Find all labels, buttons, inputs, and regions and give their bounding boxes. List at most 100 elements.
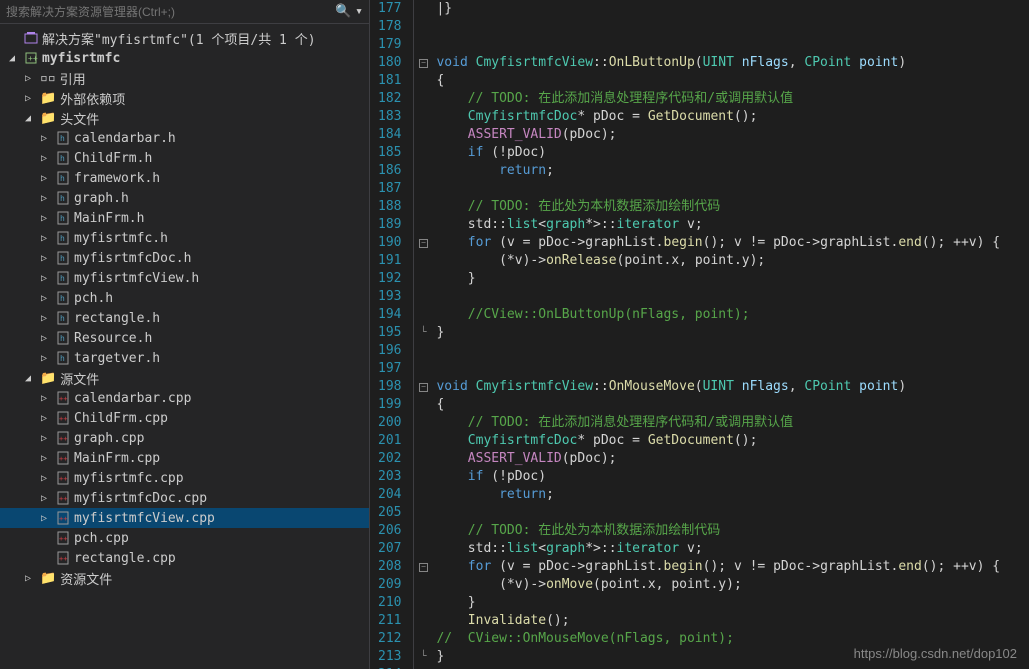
code-line[interactable] [436,288,1029,306]
headers-folder[interactable]: ◢📁头文件 [0,108,369,128]
source-file-graph-cpp[interactable]: ▷++graph.cpp [0,428,369,448]
header-file-Resource-h[interactable]: ▷hResource.h [0,328,369,348]
fold-marker[interactable] [414,540,432,558]
source-file-pch-cpp[interactable]: ++pch.cpp [0,528,369,548]
fold-marker[interactable] [414,36,432,54]
source-file-myfisrtmfcDoc-cpp[interactable]: ▷++myfisrtmfcDoc.cpp [0,488,369,508]
code-line[interactable]: (*v)->onRelease(point.x, point.y); [436,252,1029,270]
references-node[interactable]: ▷▫▫引用 [0,68,369,88]
fold-marker[interactable] [414,576,432,594]
fold-marker[interactable] [414,252,432,270]
expand-arrow-icon[interactable]: ▷ [36,233,52,244]
solution-node[interactable]: 解决方案"myfisrtmfc"(1 个项目/共 1 个) [0,28,369,48]
code-line[interactable]: (*v)->onMove(point.x, point.y); [436,576,1029,594]
fold-marker[interactable] [414,0,432,18]
fold-marker[interactable]: └ [414,648,432,666]
code-line[interactable]: void CmyfisrtmfcView::OnMouseMove(UINT n… [436,378,1029,396]
code-line[interactable]: ASSERT_VALID(pDoc); [436,126,1029,144]
code-line[interactable] [436,504,1029,522]
code-line[interactable]: //CView::OnLButtonUp(nFlags, point); [436,306,1029,324]
expand-arrow-icon[interactable]: ▷ [36,453,52,464]
expand-arrow-icon[interactable]: ◢ [20,373,36,384]
fold-marker[interactable] [414,108,432,126]
header-file-MainFrm-h[interactable]: ▷hMainFrm.h [0,208,369,228]
header-file-calendarbar-h[interactable]: ▷hcalendarbar.h [0,128,369,148]
external-deps-node[interactable]: ▷📁外部依赖项 [0,88,369,108]
fold-marker[interactable]: − [414,558,432,576]
source-file-myfisrtmfcView-cpp[interactable]: ▷++myfisrtmfcView.cpp [0,508,369,528]
code-line[interactable] [436,36,1029,54]
expand-arrow-icon[interactable]: ▷ [20,73,36,84]
code-line[interactable]: return; [436,162,1029,180]
fold-marker[interactable] [414,270,432,288]
expand-arrow-icon[interactable]: ▷ [20,93,36,104]
expand-arrow-icon[interactable]: ▷ [36,473,52,484]
fold-marker[interactable] [414,72,432,90]
header-file-graph-h[interactable]: ▷hgraph.h [0,188,369,208]
expand-arrow-icon[interactable]: ▷ [36,153,52,164]
fold-marker[interactable] [414,468,432,486]
dropdown-icon[interactable]: ▾ [355,4,363,19]
code-line[interactable]: Invalidate(); [436,612,1029,630]
source-file-ChildFrm-cpp[interactable]: ▷++ChildFrm.cpp [0,408,369,428]
source-file-myfisrtmfc-cpp[interactable]: ▷++myfisrtmfc.cpp [0,468,369,488]
code-line[interactable]: return; [436,486,1029,504]
code-line[interactable] [436,360,1029,378]
fold-marker[interactable] [414,522,432,540]
fold-marker[interactable] [414,432,432,450]
code-line[interactable]: // TODO: 在此添加消息处理程序代码和/或调用默认值 [436,414,1029,432]
header-file-rectangle-h[interactable]: ▷hrectangle.h [0,308,369,328]
fold-marker[interactable] [414,414,432,432]
fold-marker[interactable] [414,360,432,378]
code-line[interactable]: // TODO: 在此处为本机数据添加绘制代码 [436,198,1029,216]
code-line[interactable]: { [436,72,1029,90]
header-file-myfisrtmfcView-h[interactable]: ▷hmyfisrtmfcView.h [0,268,369,288]
fold-marker[interactable] [414,216,432,234]
code-line[interactable] [436,18,1029,36]
expand-arrow-icon[interactable]: ▷ [36,293,52,304]
fold-marker[interactable] [414,594,432,612]
fold-marker[interactable] [414,612,432,630]
expand-arrow-icon[interactable]: ▷ [36,413,52,424]
fold-marker[interactable]: └ [414,324,432,342]
fold-marker[interactable] [414,396,432,414]
code-line[interactable]: for (v = pDoc->graphList.begin(); v != p… [436,234,1029,252]
code-line[interactable]: void CmyfisrtmfcView::OnLButtonUp(UINT n… [436,54,1029,72]
fold-column[interactable]: −−└−−└ [414,0,432,669]
header-file-pch-h[interactable]: ▷hpch.h [0,288,369,308]
fold-marker[interactable] [414,180,432,198]
fold-marker[interactable] [414,126,432,144]
header-file-ChildFrm-h[interactable]: ▷hChildFrm.h [0,148,369,168]
fold-marker[interactable] [414,162,432,180]
code-line[interactable]: CmyfisrtmfcDoc* pDoc = GetDocument(); [436,432,1029,450]
fold-marker[interactable] [414,198,432,216]
expand-arrow-icon[interactable]: ▷ [20,573,36,584]
source-file-calendarbar-cpp[interactable]: ▷++calendarbar.cpp [0,388,369,408]
fold-marker[interactable] [414,486,432,504]
source-file-MainFrm-cpp[interactable]: ▷++MainFrm.cpp [0,448,369,468]
expand-arrow-icon[interactable]: ▷ [36,313,52,324]
fold-marker[interactable] [414,144,432,162]
fold-marker[interactable]: − [414,54,432,72]
expand-arrow-icon[interactable]: ▷ [36,133,52,144]
code-line[interactable]: for (v = pDoc->graphList.begin(); v != p… [436,558,1029,576]
code-line[interactable]: } [436,324,1029,342]
search-input[interactable] [6,5,331,19]
expand-arrow-icon[interactable]: ◢ [20,113,36,124]
expand-arrow-icon[interactable]: ▷ [36,273,52,284]
source-file-rectangle-cpp[interactable]: ++rectangle.cpp [0,548,369,568]
code-line[interactable]: |} [436,0,1029,18]
expand-arrow-icon[interactable]: ▷ [36,213,52,224]
solution-tree[interactable]: 解决方案"myfisrtmfc"(1 个项目/共 1 个)◢++myfisrtm… [0,24,369,669]
code-line[interactable]: CmyfisrtmfcDoc* pDoc = GetDocument(); [436,108,1029,126]
fold-marker[interactable] [414,90,432,108]
fold-marker[interactable] [414,288,432,306]
fold-marker[interactable] [414,342,432,360]
code-line[interactable] [436,342,1029,360]
expand-arrow-icon[interactable]: ▷ [36,513,52,524]
fold-marker[interactable] [414,450,432,468]
fold-marker[interactable] [414,504,432,522]
fold-marker[interactable] [414,306,432,324]
resources-folder[interactable]: ▷📁资源文件 [0,568,369,588]
fold-marker[interactable] [414,18,432,36]
